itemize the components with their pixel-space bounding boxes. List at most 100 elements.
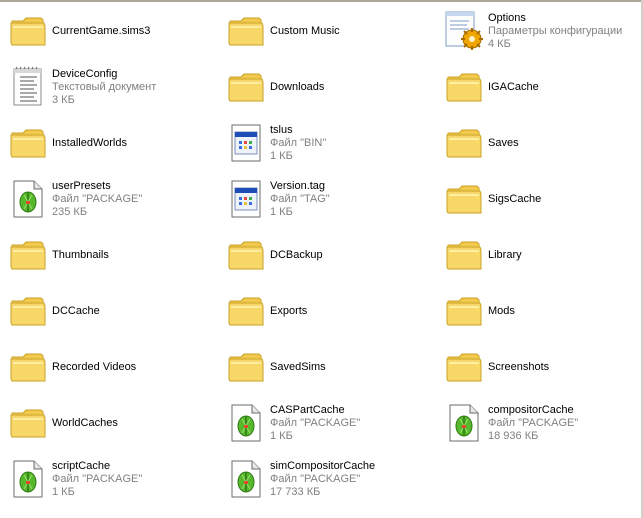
file-item-text: DCBackup bbox=[270, 249, 323, 262]
file-item-text: CASPartCache Файл "PACKAGE" 1 КБ bbox=[270, 404, 360, 443]
folder-icon bbox=[4, 287, 52, 335]
folder-icon bbox=[440, 231, 488, 279]
folder-icon bbox=[222, 63, 270, 111]
file-name: tslus bbox=[270, 123, 293, 136]
file-item-text: SigsCache bbox=[488, 193, 541, 206]
file-item[interactable]: userPresets Файл "PACKAGE" 235 КБ bbox=[4, 174, 222, 224]
file-item[interactable]: Library bbox=[440, 230, 643, 280]
folder-icon bbox=[4, 343, 52, 391]
file-name: Options bbox=[488, 11, 526, 24]
file-item-text: userPresets Файл "PACKAGE" 235 КБ bbox=[52, 180, 142, 219]
file-item-text: Screenshots bbox=[488, 361, 549, 374]
file-item-text: simCompositorCache Файл "PACKAGE" 17 733 К… bbox=[270, 460, 375, 499]
folder-icon bbox=[222, 7, 270, 55]
file-name: compositorCache bbox=[488, 403, 574, 416]
file-item[interactable]: Mods bbox=[440, 286, 643, 336]
file-name: Custom Music bbox=[270, 24, 340, 37]
file-item-text: scriptCache Файл "PACKAGE" 1 КБ bbox=[52, 460, 142, 499]
file-item[interactable]: Downloads bbox=[222, 62, 440, 112]
file-item-text: Version.tag Файл "TAG" 1 КБ bbox=[270, 180, 330, 219]
file-item[interactable]: InstalledWorlds bbox=[4, 118, 222, 168]
file-type: Файл "PACKAGE" bbox=[52, 472, 143, 485]
file-size: 1 КБ bbox=[270, 205, 293, 218]
file-type: Файл "PACKAGE" bbox=[52, 192, 143, 205]
file-item[interactable]: Exports bbox=[222, 286, 440, 336]
file-name: IGACache bbox=[488, 80, 539, 93]
file-type: Параметры конфигурации bbox=[488, 24, 623, 37]
file-item[interactable]: CurrentGame.sims3 bbox=[4, 6, 222, 56]
file-item-text: Thumbnails bbox=[52, 249, 109, 262]
file-item-text: SavedSims bbox=[270, 361, 326, 374]
sims-package-icon bbox=[440, 399, 488, 447]
folder-icon bbox=[4, 119, 52, 167]
file-item[interactable]: Options Параметры конфигурации 4 КБ bbox=[440, 6, 643, 56]
folder-icon bbox=[4, 231, 52, 279]
sims-package-icon bbox=[4, 175, 52, 223]
file-item-text: DeviceConfig Текстовый документ 3 КБ bbox=[52, 68, 156, 107]
file-item[interactable]: DCCache bbox=[4, 286, 222, 336]
folder-icon bbox=[222, 343, 270, 391]
file-item[interactable]: DeviceConfig Текстовый документ 3 КБ bbox=[4, 62, 222, 112]
file-type: Файл "PACKAGE" bbox=[270, 416, 361, 429]
file-item[interactable]: Version.tag Файл "TAG" 1 КБ bbox=[222, 174, 440, 224]
config-file-icon bbox=[440, 7, 488, 55]
file-size: 1 КБ bbox=[52, 485, 75, 498]
folder-icon bbox=[4, 7, 52, 55]
file-name: DeviceConfig bbox=[52, 67, 118, 80]
file-size: 4 КБ bbox=[488, 37, 511, 50]
file-item[interactable]: Thumbnails bbox=[4, 230, 222, 280]
sims-package-icon bbox=[222, 455, 270, 503]
file-name: InstalledWorlds bbox=[52, 136, 127, 149]
folder-icon bbox=[440, 343, 488, 391]
generic-file-icon bbox=[222, 175, 270, 223]
file-size: 235 КБ bbox=[52, 205, 88, 218]
file-item[interactable]: Recorded Videos bbox=[4, 342, 222, 392]
file-name: Version.tag bbox=[270, 179, 326, 192]
folder-icon bbox=[440, 63, 488, 111]
file-item[interactable]: scriptCache Файл "PACKAGE" 1 КБ bbox=[4, 454, 222, 504]
file-item-text: Recorded Videos bbox=[52, 361, 136, 374]
file-name: SigsCache bbox=[488, 192, 542, 205]
file-item[interactable]: SavedSims bbox=[222, 342, 440, 392]
file-name: CurrentGame.sims3 bbox=[52, 24, 151, 37]
file-item-text: Custom Music bbox=[270, 25, 340, 38]
file-name: WorldCaches bbox=[52, 416, 118, 429]
file-item[interactable]: compositorCache Файл "PACKAGE" 18 936 КБ bbox=[440, 398, 643, 448]
folder-icon bbox=[222, 231, 270, 279]
file-name: Downloads bbox=[270, 80, 325, 93]
file-item-text: Options Параметры конфигурации 4 КБ bbox=[488, 12, 622, 51]
folder-icon bbox=[440, 119, 488, 167]
file-name: scriptCache bbox=[52, 459, 111, 472]
file-item[interactable]: Custom Music bbox=[222, 6, 440, 56]
file-name: CASPartCache bbox=[270, 403, 345, 416]
file-name: DCBackup bbox=[270, 248, 323, 261]
sims-package-icon bbox=[4, 455, 52, 503]
folder-icon bbox=[440, 175, 488, 223]
file-item[interactable]: DCBackup bbox=[222, 230, 440, 280]
file-item[interactable]: Saves bbox=[440, 118, 643, 168]
file-name: userPresets bbox=[52, 179, 111, 192]
file-item-text: compositorCache Файл "PACKAGE" 18 936 КБ bbox=[488, 404, 578, 443]
file-name: SavedSims bbox=[270, 360, 326, 373]
folder-icon bbox=[440, 287, 488, 335]
file-item-text: WorldCaches bbox=[52, 417, 118, 430]
file-item-text: DCCache bbox=[52, 305, 100, 318]
file-size: 18 936 КБ bbox=[488, 429, 539, 442]
file-item[interactable]: WorldCaches bbox=[4, 398, 222, 448]
file-item-text: Library bbox=[488, 249, 522, 262]
file-item[interactable]: Screenshots bbox=[440, 342, 643, 392]
file-item-text: InstalledWorlds bbox=[52, 137, 127, 150]
file-item-text: Saves bbox=[488, 137, 519, 150]
generic-file-icon bbox=[222, 119, 270, 167]
file-item[interactable]: CASPartCache Файл "PACKAGE" 1 КБ bbox=[222, 398, 440, 448]
file-item-text: Exports bbox=[270, 305, 307, 318]
file-item[interactable]: SigsCache bbox=[440, 174, 643, 224]
file-name: Library bbox=[488, 248, 522, 261]
file-item[interactable]: simCompositorCache Файл "PACKAGE" 17 733 К… bbox=[222, 454, 440, 504]
file-item-text: IGACache bbox=[488, 81, 539, 94]
file-item[interactable]: IGACache bbox=[440, 62, 643, 112]
file-name: Exports bbox=[270, 304, 308, 317]
folder-icon bbox=[4, 399, 52, 447]
file-item[interactable]: tslus Файл "BIN" 1 КБ bbox=[222, 118, 440, 168]
file-item-text: CurrentGame.sims3 bbox=[52, 25, 150, 38]
